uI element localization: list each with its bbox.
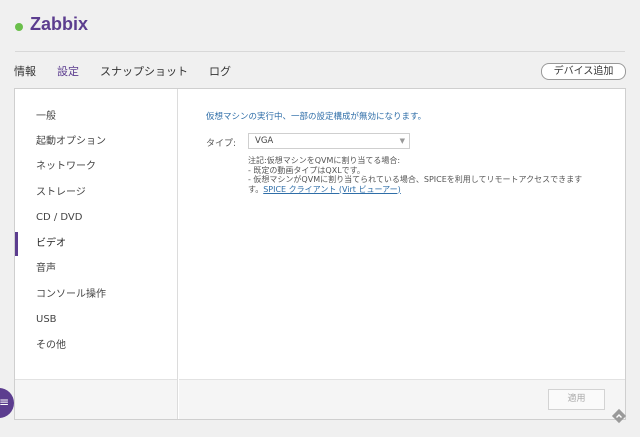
add-device-button[interactable]: デバイス追加 xyxy=(541,63,626,80)
settings-sidebar: 一般 起動オプション ネットワーク ストレージ CD / DVD ビデオ 音声 … xyxy=(15,89,178,419)
header-divider xyxy=(15,51,625,52)
note-line: 注記:仮想マシンをQVMに割り当てる場合: xyxy=(248,156,401,165)
note-line-with-link: す。SPICE クライアント (Virt ビューアー) xyxy=(248,185,620,195)
sidebar-item-usb[interactable]: USB xyxy=(15,308,177,332)
sidebar-item-other[interactable]: その他 xyxy=(15,334,177,358)
note-line-prefix: す。 xyxy=(248,184,264,194)
spice-client-link[interactable]: SPICE クライアント (Virt ビューアー) xyxy=(263,185,401,194)
note-line: - 仮想マシンがQVMに割り当てられている場合、SPICEを利用してリモートアク… xyxy=(248,175,583,184)
tab-info[interactable]: 情報 xyxy=(14,62,36,82)
video-type-value: VGA xyxy=(255,136,274,146)
sidebar-item-video[interactable]: ビデオ xyxy=(15,232,177,256)
tab-snapshots[interactable]: スナップショット xyxy=(100,62,188,82)
tab-settings[interactable]: 設定 xyxy=(57,62,79,82)
note-line: - 既定の動画タイプはQXLです。 xyxy=(248,165,365,175)
diamond-arrow-icon[interactable] xyxy=(611,408,627,424)
sidebar-item-boot-options[interactable]: 起動オプション xyxy=(15,130,177,154)
tab-bar: 情報 設定 スナップショット ログ xyxy=(14,62,252,82)
video-type-select[interactable]: VGA ▼ xyxy=(248,133,410,149)
page-title: Zabbix xyxy=(30,14,89,34)
tab-log[interactable]: ログ xyxy=(209,62,231,82)
settings-panel: 一般 起動オプション ネットワーク ストレージ CD / DVD ビデオ 音声 … xyxy=(14,88,626,420)
sidebar-item-audio[interactable]: 音声 xyxy=(15,257,177,281)
type-label: タイプ: xyxy=(206,139,237,149)
video-settings: 仮想マシンの実行中、一部の設定構成が無効になります。 タイプ: VGA ▼ 注記… xyxy=(179,89,625,419)
vm-status-icon xyxy=(15,23,23,31)
sidebar-item-general[interactable]: 一般 xyxy=(15,105,177,129)
video-note: 注記:仮想マシンをQVMに割り当てる場合: - 既定の動画タイプはQXLです。 … xyxy=(248,156,620,194)
apply-button[interactable]: 適用 xyxy=(548,389,605,410)
side-menu-button[interactable]: ≡ xyxy=(0,388,14,418)
content-footer: 適用 xyxy=(179,379,625,419)
running-notice: 仮想マシンの実行中、一部の設定構成が無効になります。 xyxy=(206,112,427,122)
chevron-down-icon: ▼ xyxy=(399,137,405,145)
sidebar-item-network[interactable]: ネットワーク xyxy=(15,155,177,179)
sidebar-item-storage[interactable]: ストレージ xyxy=(15,181,177,205)
sidebar-footer xyxy=(15,379,177,419)
sidebar-item-cd-dvd[interactable]: CD / DVD xyxy=(15,206,177,230)
sidebar-item-console[interactable]: コンソール操作 xyxy=(15,283,177,307)
hamburger-menu-icon: ≡ xyxy=(0,395,10,409)
header: Zabbix xyxy=(0,0,640,52)
